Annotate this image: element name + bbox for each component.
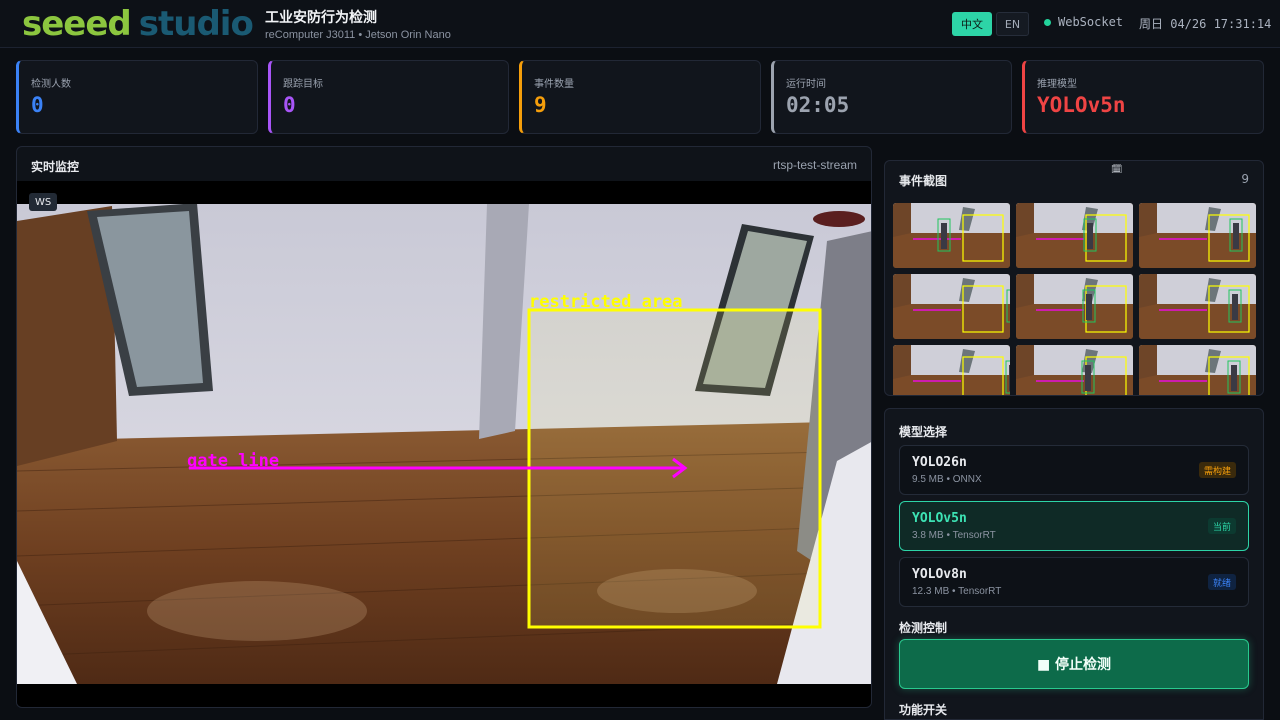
event-thumbnail[interactable] <box>1139 274 1256 339</box>
model-option-yolov5n[interactable]: YOLOv5n 3.8 MB • TensorRT 当前 <box>899 501 1249 551</box>
restricted-area-label: restricted area <box>529 292 683 312</box>
stream-name: rtsp-test-stream <box>772 158 857 172</box>
connection-status-label: WebSocket <box>1058 15 1124 29</box>
stat-card-events: 事件数量 9 <box>519 60 761 134</box>
stat-card-tracked: 跟踪目标 0 <box>268 60 509 134</box>
lang-zh-button[interactable]: 中文 <box>952 12 992 36</box>
model-name: YOLO26n <box>912 455 967 470</box>
device-subtitle: reComputer J3011 • Jetson Orin Nano <box>265 29 451 41</box>
stat-card-people: 检测人数 0 <box>16 60 258 134</box>
stat-value: 0 <box>31 93 44 117</box>
live-monitor-title: 实时监控 <box>31 160 80 174</box>
model-meta: 12.3 MB • TensorRT <box>912 586 1002 597</box>
stat-card-runtime: 运行时间 02:05 <box>771 60 1012 134</box>
stat-value: 02:05 <box>786 93 850 117</box>
datetime-display: 周日 04/26 17:31:14 <box>1139 17 1272 31</box>
stat-value: 0 <box>283 93 296 117</box>
model-option-yolo26n[interactable]: YOLO26n 9.5 MB • ONNX 需构建 <box>899 445 1249 495</box>
event-thumbnail[interactable] <box>1016 203 1133 268</box>
event-thumbnail[interactable] <box>1016 345 1133 395</box>
logo-secondary: studio <box>138 4 254 44</box>
stat-card-model: 推理模型 YOLOv5n <box>1022 60 1264 134</box>
stat-label: 事件数量 <box>534 79 574 90</box>
stat-label: 跟踪目标 <box>283 79 323 90</box>
model-meta: 9.5 MB • ONNX <box>912 474 982 485</box>
feature-toggles-title: 功能开关 <box>899 703 948 717</box>
event-snapshots-count: 9 <box>1241 172 1249 186</box>
stop-detection-button[interactable]: ■ 停止检测 <box>899 639 1249 689</box>
app-title: 工业安防行为检测 <box>265 10 377 26</box>
calendar-icon[interactable]: 🗓 <box>1111 165 1122 175</box>
model-select-title: 模型选择 <box>899 425 948 439</box>
top-header: seeed studio 工业安防行为检测 reComputer J3011 •… <box>0 0 1280 48</box>
gate-line-label: gate line <box>187 451 279 471</box>
event-snapshots-title: 事件截图 <box>899 174 948 188</box>
event-thumbnail[interactable] <box>893 345 1010 395</box>
model-name: YOLOv8n <box>912 567 967 582</box>
lang-en-button[interactable]: EN <box>996 12 1029 36</box>
model-status-badge: 需构建 <box>1198 462 1236 478</box>
model-meta: 3.8 MB • TensorRT <box>912 530 996 541</box>
model-status-badge: 就绪 <box>1207 574 1236 590</box>
event-thumbnail-grid <box>893 203 1257 395</box>
model-status-badge: 当前 <box>1207 518 1236 534</box>
stat-label: 检测人数 <box>31 79 71 90</box>
stat-value: 9 <box>534 93 547 117</box>
event-thumbnail[interactable] <box>1139 203 1256 268</box>
video-frame: restricted area gate line <box>17 204 871 684</box>
stat-label: 推理模型 <box>1037 79 1077 90</box>
event-thumbnail[interactable] <box>893 274 1010 339</box>
event-thumbnail[interactable] <box>1016 274 1133 339</box>
model-option-yolov8n[interactable]: YOLOv8n 12.3 MB • TensorRT 就绪 <box>899 557 1249 607</box>
seeed-studio-logo: seeed studio <box>22 4 254 44</box>
model-control-panel: 模型选择 YOLO26n 9.5 MB • ONNX 需构建 YOLOv5n 3… <box>884 408 1264 720</box>
ws-badge: WS <box>29 193 58 211</box>
live-monitor-panel: 实时监控 rtsp-test-stream WS restricted area… <box>16 146 872 708</box>
detection-control-title: 检测控制 <box>899 621 948 635</box>
connection-status-dot-icon <box>1044 19 1051 26</box>
video-feed[interactable]: WS restricted area gate line <box>17 181 871 707</box>
event-thumbnail[interactable] <box>1139 345 1256 395</box>
event-thumbnail[interactable] <box>893 203 1010 268</box>
logo-primary: seeed <box>22 4 132 44</box>
model-name: YOLOv5n <box>912 511 967 526</box>
stat-value: YOLOv5n <box>1037 93 1126 117</box>
stat-label: 运行时间 <box>786 79 826 90</box>
event-snapshots-panel: 事件截图 🗓 9 <box>884 160 1264 396</box>
